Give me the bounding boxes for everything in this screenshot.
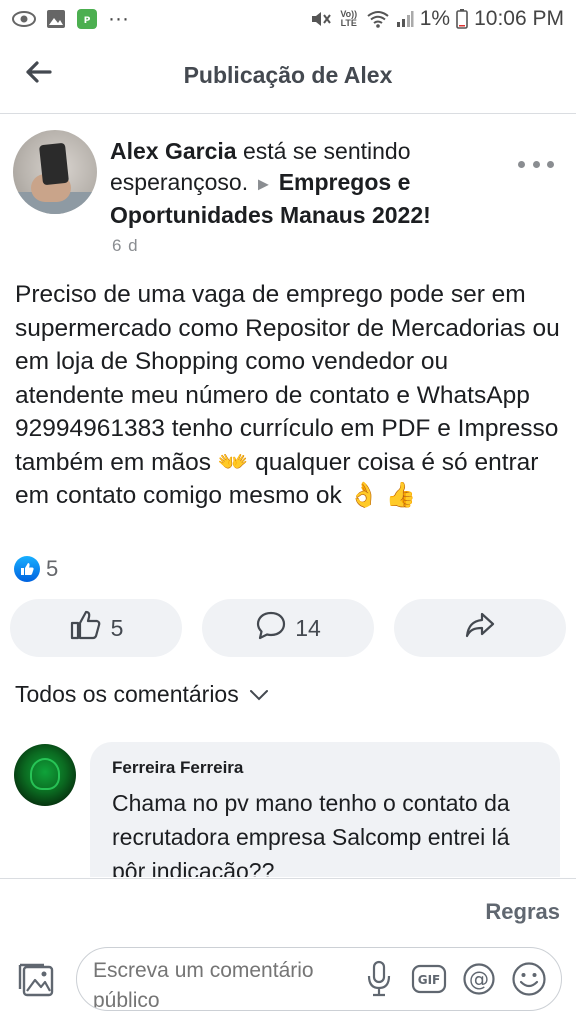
page-title: Publicação de Alex	[183, 62, 393, 88]
comment-text: Chama no pv mano tenho o contato da recr…	[112, 790, 510, 877]
comment-button[interactable]: 14	[202, 599, 374, 657]
like-button[interactable]: 5	[10, 599, 182, 657]
reaction-count: 5	[46, 556, 59, 581]
svg-text:@: @	[469, 967, 489, 991]
composer-tools: GIF @	[361, 960, 547, 998]
group-arrow-icon: ►	[254, 174, 273, 194]
battery-icon	[456, 9, 468, 29]
comment-bubble[interactable]: Ferreira Ferreira Chama no pv mano tenho…	[90, 742, 560, 877]
post-text: Preciso de uma vaga de emprego pode ser …	[15, 281, 560, 509]
top-app-bar: Publicação de Alex	[0, 38, 576, 114]
speech-bubble-icon	[255, 610, 287, 646]
wifi-icon	[366, 10, 390, 28]
comment-item: Ferreira Ferreira Chama no pv mano tenho…	[0, 742, 576, 877]
reaction-summary[interactable]: 5	[14, 556, 58, 582]
share-button[interactable]	[394, 599, 566, 657]
commenter-name[interactable]: Ferreira Ferreira	[112, 758, 542, 778]
post-action-bar: 5 14	[10, 599, 566, 657]
comments-filter-label: Todos os comentários	[15, 681, 239, 707]
gif-icon[interactable]: GIF	[411, 960, 447, 998]
thumbs-up-icon	[69, 609, 103, 647]
svg-text:P: P	[84, 16, 91, 26]
more-notifications-indicator: ···	[108, 7, 129, 30]
author-avatar[interactable]	[13, 130, 97, 214]
clock: 10:06 PM	[474, 7, 564, 30]
post-timestamp[interactable]: 6 d	[112, 236, 139, 256]
post-author-line: Alex Garcia está se sentindo esperançoso…	[110, 136, 510, 231]
share-arrow-icon	[464, 611, 496, 645]
eye-icon	[12, 10, 36, 28]
mention-icon[interactable]: @	[461, 960, 497, 998]
more-options-button[interactable]	[518, 154, 554, 174]
chevron-down-icon	[249, 681, 269, 708]
signal-icon	[396, 10, 414, 28]
more-dots-icon	[518, 160, 525, 168]
post-header: Alex Garcia está se sentindo esperançoso…	[0, 128, 576, 258]
image-icon	[18, 959, 58, 1004]
svg-text:GIF: GIF	[418, 973, 441, 987]
gallery-icon	[46, 9, 66, 29]
rules-link[interactable]: Regras	[485, 899, 560, 925]
comment-input[interactable]	[93, 956, 343, 1010]
mute-icon	[310, 9, 332, 29]
attach-photo-button[interactable]	[18, 961, 58, 1001]
comments-filter-dropdown[interactable]: Todos os comentários	[15, 681, 269, 708]
emoji-icon[interactable]	[511, 960, 547, 998]
battery-percent: 1%	[419, 7, 451, 30]
comment-composer[interactable]: GIF @	[76, 947, 562, 1011]
author-name-link[interactable]: Alex Garcia	[110, 138, 237, 164]
comment-count: 14	[295, 614, 321, 641]
like-reaction-icon	[14, 556, 40, 582]
volte-indicator: Vo)) LTE	[340, 9, 358, 28]
comment-composer-area: Regras GIF @	[0, 878, 576, 1024]
like-count: 5	[110, 614, 124, 641]
status-bar: P ··· Vo)) LTE 1% 10:06 PM	[0, 0, 576, 38]
app-notification-icon: P	[76, 8, 98, 30]
commenter-avatar[interactable]	[14, 744, 76, 806]
microphone-icon[interactable]	[361, 960, 397, 998]
